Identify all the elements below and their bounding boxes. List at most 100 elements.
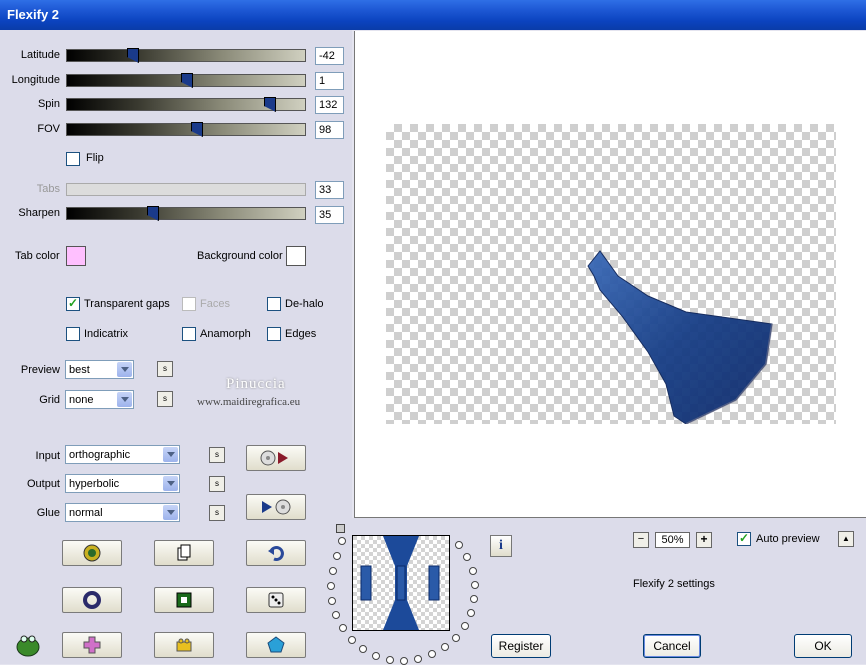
navigator-dot[interactable] bbox=[470, 595, 478, 603]
grid-select[interactable]: none bbox=[65, 390, 134, 409]
navigator-dot[interactable] bbox=[441, 643, 449, 651]
glue-select-label: Glue bbox=[36, 507, 60, 519]
auto-preview-checkbox[interactable] bbox=[737, 531, 751, 546]
transparent-gaps-checkbox[interactable] bbox=[66, 296, 80, 311]
de-halo-checkbox[interactable] bbox=[267, 297, 281, 311]
navigator-dot[interactable] bbox=[339, 624, 347, 632]
info-button[interactable]: i bbox=[490, 535, 512, 557]
navigator-dot[interactable] bbox=[428, 650, 436, 658]
spin-thumb[interactable] bbox=[264, 97, 276, 112]
navigator-dot[interactable] bbox=[328, 597, 336, 605]
navigator-dot[interactable] bbox=[467, 609, 475, 617]
flip-checkbox[interactable] bbox=[66, 152, 80, 166]
fov-thumb[interactable] bbox=[191, 122, 203, 137]
sharpen-value[interactable]: 35 bbox=[315, 206, 344, 224]
longitude-value[interactable]: 1 bbox=[315, 72, 344, 90]
navigator-dot[interactable] bbox=[452, 634, 460, 642]
output-select[interactable]: hyperbolic bbox=[65, 474, 180, 493]
glue-s-button[interactable]: s bbox=[209, 505, 225, 521]
tabs-value[interactable]: 33 bbox=[315, 181, 344, 199]
input-select[interactable]: orthographic bbox=[65, 445, 180, 464]
dice-button[interactable] bbox=[246, 587, 306, 613]
navigator-dot[interactable] bbox=[329, 567, 337, 575]
navigator-dot[interactable] bbox=[414, 655, 422, 663]
longitude-thumb[interactable] bbox=[181, 73, 193, 88]
undo-button[interactable] bbox=[246, 540, 306, 566]
frog-logo-icon bbox=[14, 630, 42, 658]
navigator-dot[interactable] bbox=[469, 567, 477, 575]
longitude-slider[interactable] bbox=[66, 73, 306, 88]
navigator-dot[interactable] bbox=[338, 537, 346, 545]
preview-select-label: Preview bbox=[20, 364, 60, 376]
cross-icon bbox=[83, 636, 101, 654]
glue-select[interactable]: normal bbox=[65, 503, 180, 522]
chevron-down-icon[interactable] bbox=[163, 505, 178, 520]
navigator-dot[interactable] bbox=[348, 636, 356, 644]
background-color-swatch[interactable] bbox=[286, 246, 306, 266]
grid-s-button[interactable]: s bbox=[157, 391, 173, 407]
play-disc-icon bbox=[262, 499, 291, 515]
background-color-label: Background color bbox=[197, 250, 283, 262]
navigator-dot[interactable] bbox=[455, 541, 463, 549]
spin-slider[interactable] bbox=[66, 97, 306, 112]
cancel-button[interactable]: Cancel bbox=[643, 634, 701, 658]
navigator-dot[interactable] bbox=[332, 611, 340, 619]
navigator-dot[interactable] bbox=[471, 581, 479, 589]
navigator-dot[interactable] bbox=[461, 622, 469, 630]
output-s-button[interactable]: s bbox=[209, 476, 225, 492]
chevron-down-icon[interactable] bbox=[163, 447, 178, 462]
fov-slider[interactable] bbox=[66, 122, 306, 137]
cross-button[interactable] bbox=[62, 632, 122, 658]
output-select-value: hyperbolic bbox=[69, 478, 120, 490]
de-halo-label: De-halo bbox=[285, 298, 324, 310]
pentagon-button[interactable] bbox=[246, 632, 306, 658]
edges-checkbox[interactable] bbox=[267, 327, 281, 341]
tab-color-swatch[interactable] bbox=[66, 246, 86, 266]
latitude-slider[interactable] bbox=[66, 48, 306, 63]
ring-button[interactable] bbox=[62, 587, 122, 613]
auto-preview-label: Auto preview bbox=[756, 533, 820, 545]
frame-icon bbox=[176, 592, 192, 608]
brick-button[interactable] bbox=[154, 632, 214, 658]
navigator-dot[interactable] bbox=[386, 656, 394, 664]
watermark-site: www.maidiregrafica.eu bbox=[197, 396, 301, 408]
preview-select[interactable]: best bbox=[65, 360, 134, 379]
anamorph-checkbox[interactable] bbox=[182, 327, 196, 341]
navigator-thumbnail[interactable] bbox=[352, 535, 450, 631]
chevron-down-icon[interactable] bbox=[117, 362, 132, 377]
spin-value[interactable]: 132 bbox=[315, 96, 344, 114]
fov-value[interactable]: 98 bbox=[315, 121, 344, 139]
faces-checkbox bbox=[182, 297, 196, 311]
zoom-in-button[interactable]: + bbox=[696, 532, 712, 548]
navigator-dot[interactable] bbox=[372, 652, 380, 660]
spin-label: Spin bbox=[37, 98, 60, 110]
navigator-dot[interactable] bbox=[359, 645, 367, 653]
input-s-button[interactable]: s bbox=[209, 447, 225, 463]
navigator-handle[interactable] bbox=[336, 524, 345, 533]
navigator-dot[interactable] bbox=[463, 553, 471, 561]
frame-button[interactable] bbox=[154, 587, 214, 613]
sharpen-slider[interactable] bbox=[66, 206, 306, 221]
chevron-down-icon[interactable] bbox=[117, 392, 132, 407]
zoom-out-button[interactable]: − bbox=[633, 532, 649, 548]
ok-button[interactable]: OK bbox=[794, 634, 852, 658]
load-output-button[interactable] bbox=[246, 494, 306, 520]
randomize-button[interactable] bbox=[62, 540, 122, 566]
latitude-thumb[interactable] bbox=[127, 48, 139, 63]
load-input-button[interactable] bbox=[246, 445, 306, 471]
preview-image bbox=[587, 250, 773, 424]
latitude-value[interactable]: -42 bbox=[315, 47, 344, 65]
watermark-name: Pinuccia bbox=[226, 376, 286, 392]
sharpen-thumb[interactable] bbox=[147, 206, 159, 221]
zoom-value[interactable]: 50% bbox=[655, 532, 690, 548]
settings-text: Flexify 2 settings bbox=[633, 578, 715, 590]
navigator-dot[interactable] bbox=[327, 582, 335, 590]
indicatrix-checkbox[interactable] bbox=[66, 327, 80, 341]
register-button[interactable]: Register bbox=[491, 634, 551, 658]
chevron-down-icon[interactable] bbox=[163, 476, 178, 491]
copy-button[interactable] bbox=[154, 540, 214, 566]
preview-s-button[interactable]: s bbox=[157, 361, 173, 377]
navigator-dot[interactable] bbox=[333, 552, 341, 560]
input-select-label: Input bbox=[35, 450, 60, 462]
collapse-button[interactable]: ▲ bbox=[838, 531, 854, 547]
